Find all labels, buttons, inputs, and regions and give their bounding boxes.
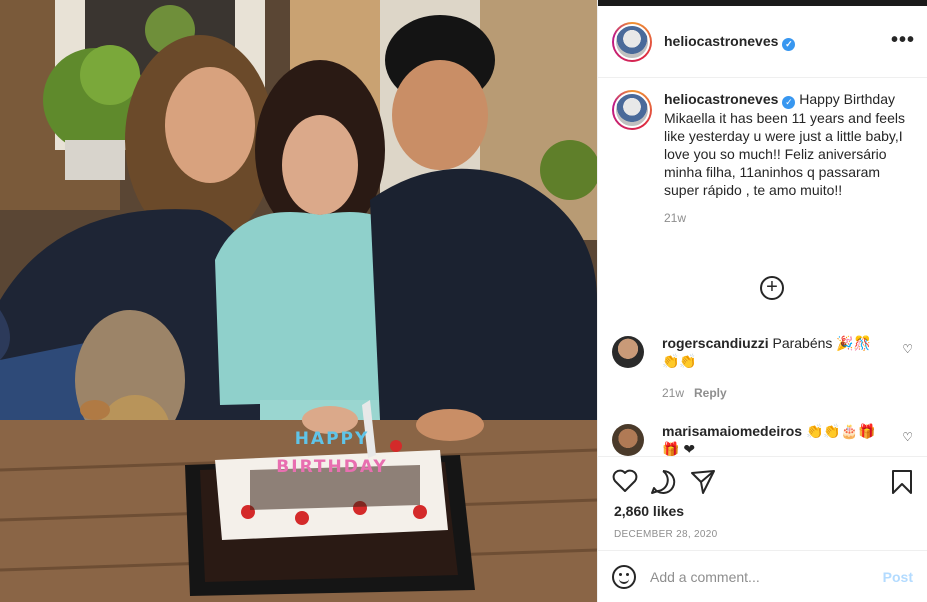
- comment-username[interactable]: marisamaiomedeiros: [662, 423, 802, 439]
- avatar[interactable]: [612, 21, 652, 62]
- add-comment-bar: Add a comment... Post: [598, 550, 927, 602]
- cake-text: HAPPY BIRTHDAY: [262, 428, 402, 478]
- instagram-post: HAPPY BIRTHDAY heliocastroneves ✓ ••• hel…: [0, 0, 927, 602]
- comment-item: marisamaiomedeiros 👏👏🎂🎁🎁 ❤ ♡: [612, 422, 913, 456]
- post-date[interactable]: DECEMBER 28, 2020: [614, 529, 717, 540]
- likes-count[interactable]: 2,860 likes: [614, 503, 684, 519]
- post-actions: 2,860 likes DECEMBER 28, 2020: [598, 456, 927, 550]
- comment-item: rogerscandiuzzi Parabéns 🎉🎊 👏👏 21w Reply …: [612, 334, 913, 402]
- verified-badge-icon: ✓: [782, 37, 796, 51]
- post-side-panel: heliocastroneves ✓ ••• heliocastroneves ✓ …: [597, 0, 927, 602]
- caption-username[interactable]: heliocastroneves: [664, 91, 778, 107]
- caption-verified-badge-icon: ✓: [782, 96, 796, 109]
- caption-avatar[interactable]: [612, 90, 652, 130]
- like-comment-heart-icon[interactable]: ♡: [902, 430, 913, 444]
- emoji-icon[interactable]: [612, 564, 636, 589]
- like-comment-heart-icon[interactable]: ♡: [902, 342, 913, 356]
- comment-time[interactable]: 21w: [662, 386, 684, 400]
- comment-username[interactable]: rogerscandiuzzi: [662, 335, 769, 351]
- load-more-comments-icon[interactable]: +: [760, 276, 784, 300]
- save-bookmark-icon[interactable]: [891, 469, 913, 495]
- comment-bubble-icon[interactable]: [650, 469, 676, 495]
- more-options-icon[interactable]: •••: [891, 30, 915, 50]
- like-heart-icon[interactable]: [612, 469, 638, 493]
- birthday-photo: [0, 0, 597, 602]
- post-comment-button[interactable]: Post: [883, 569, 913, 585]
- comments-section[interactable]: heliocastroneves ✓ Happy Birthday Mikaell…: [598, 90, 927, 456]
- comment-avatar[interactable]: [612, 336, 644, 368]
- cake-text-line1: HAPPY: [294, 429, 370, 449]
- reply-button[interactable]: Reply: [694, 386, 727, 400]
- header-username[interactable]: heliocastroneves ✓: [664, 33, 796, 51]
- post-photo[interactable]: HAPPY BIRTHDAY: [0, 0, 597, 602]
- caption-avatar-image: [614, 92, 650, 128]
- comment-meta: 21w Reply: [662, 384, 892, 402]
- cake-text-line2: BIRTHDAY: [276, 457, 388, 477]
- comment-body: rogerscandiuzzi Parabéns 🎉🎊 👏👏 21w Reply: [662, 334, 892, 402]
- caption: heliocastroneves ✓ Happy Birthday Mikaell…: [598, 90, 927, 199]
- comment-avatar[interactable]: [612, 424, 644, 456]
- action-icons: [612, 469, 913, 497]
- comment-body: marisamaiomedeiros 👏👏🎂🎁🎁 ❤: [662, 422, 892, 456]
- header-username-text[interactable]: heliocastroneves: [664, 33, 778, 49]
- avatar-image: [614, 23, 650, 60]
- post-header: heliocastroneves ✓ •••: [598, 6, 927, 78]
- caption-text: heliocastroneves ✓ Happy Birthday Mikaell…: [664, 90, 913, 199]
- comment-input[interactable]: Add a comment...: [650, 569, 883, 585]
- share-paper-plane-icon[interactable]: [690, 469, 716, 495]
- caption-timestamp[interactable]: 21w: [664, 211, 927, 225]
